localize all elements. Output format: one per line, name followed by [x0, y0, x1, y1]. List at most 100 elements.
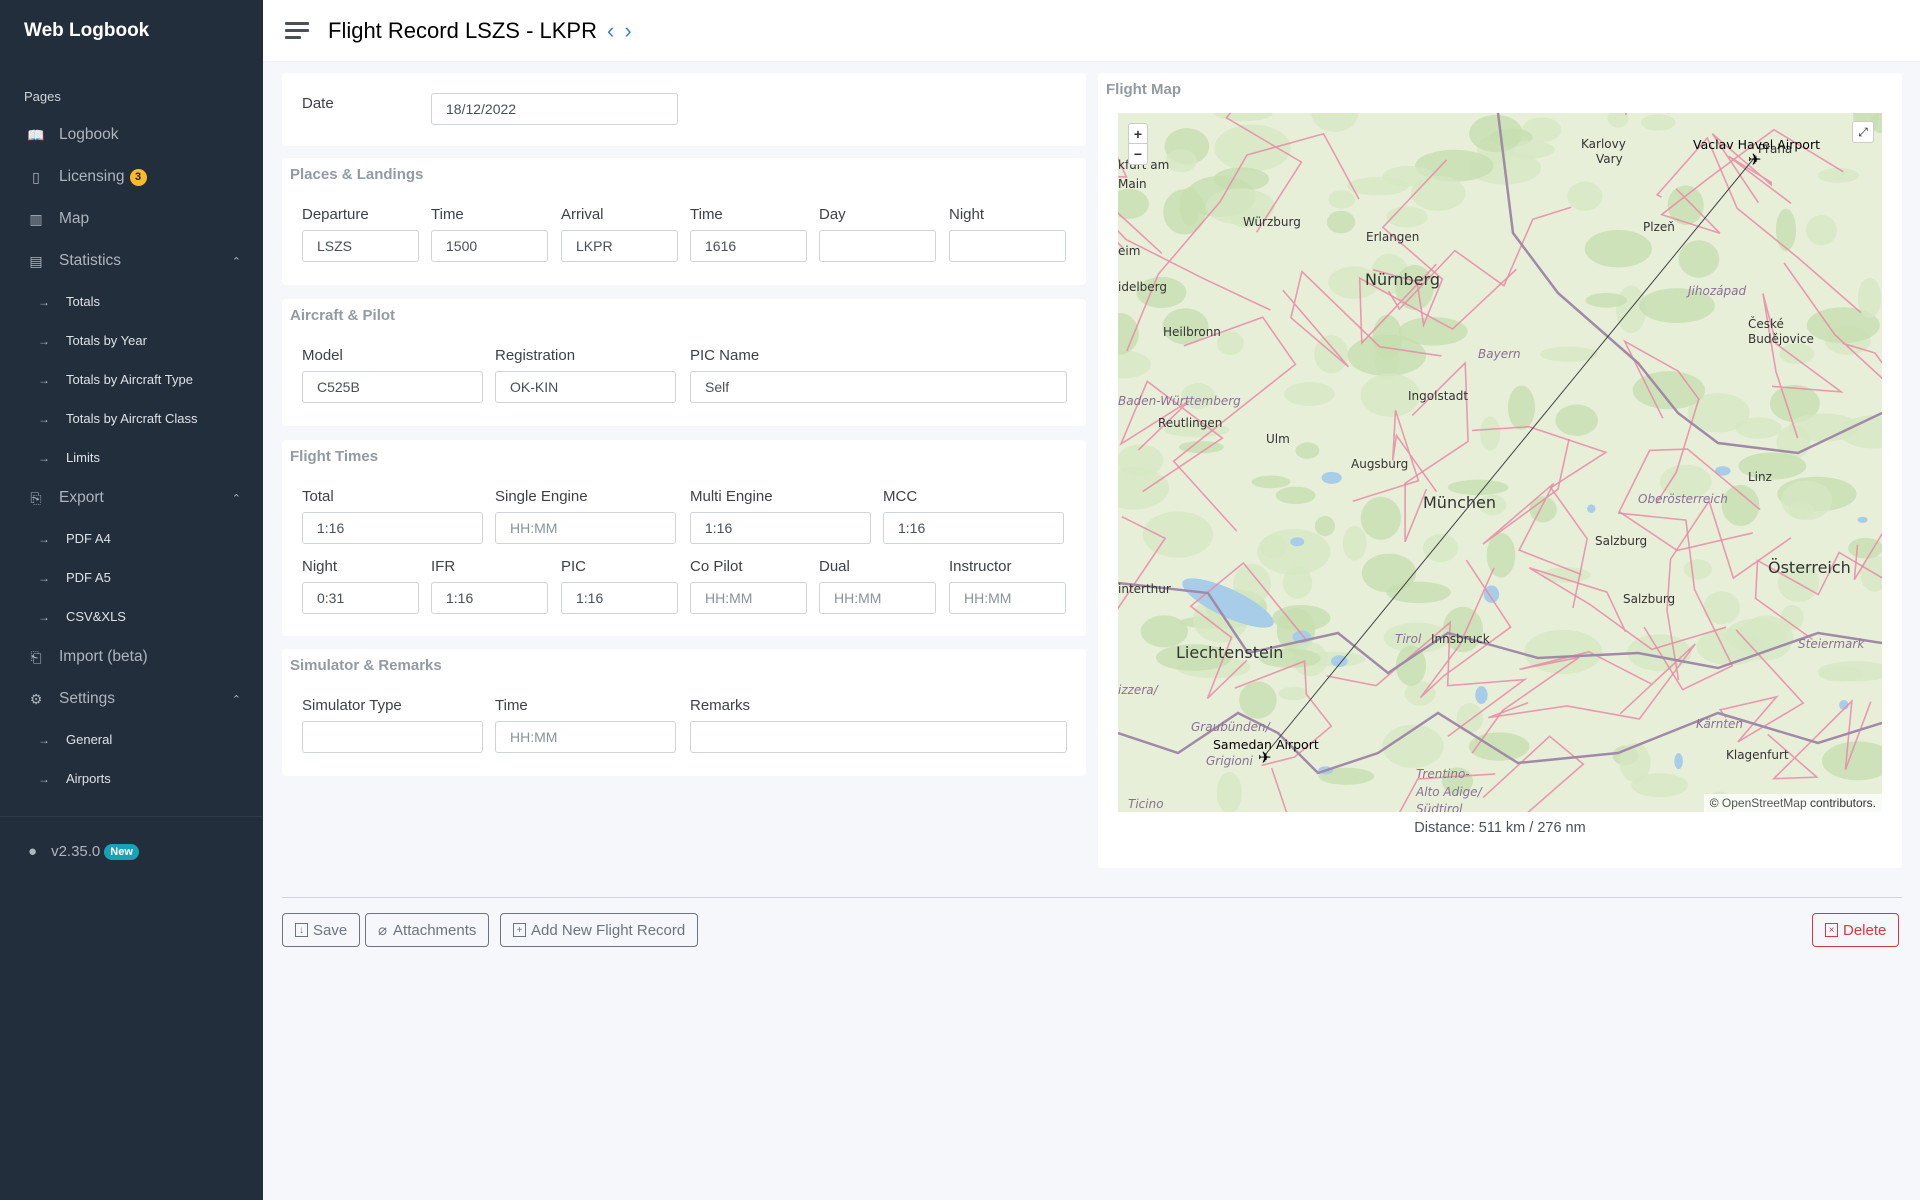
forest-area: [1480, 416, 1501, 451]
arrow-right-icon: →: [38, 333, 50, 348]
sidebar-item-licensing[interactable]: ▯ Licensing 3: [0, 156, 263, 198]
sidebar-item-export[interactable]: ⎘ Export ⌃: [0, 477, 263, 519]
forest-area: [1860, 555, 1882, 592]
sidebar-item-limits[interactable]: → Limits: [0, 438, 263, 477]
date-label: Date: [302, 95, 334, 112]
registration-input[interactable]: OK-KIN: [495, 371, 676, 403]
map-icon: ▥: [29, 210, 43, 227]
lake: [1857, 516, 1868, 523]
single-engine-input[interactable]: HH:MM: [495, 512, 676, 544]
mcc-input[interactable]: 1:16: [883, 512, 1064, 544]
gear-icon: ⚙: [29, 690, 43, 707]
lake: [1587, 504, 1596, 513]
book-icon: 📖: [27, 126, 45, 143]
card-title: Flight Map: [1106, 81, 1181, 98]
departure-airport-label: Samedan Airport: [1213, 737, 1319, 752]
pic-label: PIC: [561, 558, 587, 575]
add-new-flight-record-button[interactable]: + Add New Flight Record: [500, 913, 699, 947]
map-label: idelberg: [1118, 280, 1167, 294]
github-icon: ●: [28, 843, 38, 860]
forest-area: [1216, 771, 1242, 812]
arrow-right-icon: →: [38, 570, 50, 585]
forest-area: [1567, 181, 1603, 211]
map-label: Innsbruck: [1431, 632, 1490, 646]
total-input[interactable]: 1:16: [302, 512, 483, 544]
map-label: Südtirol: [1416, 802, 1463, 812]
time-input[interactable]: [431, 230, 548, 262]
map-label: Salzburg: [1595, 534, 1647, 548]
next-record-icon[interactable]: ›: [624, 18, 631, 44]
attribution-text: contributors.: [1809, 796, 1876, 810]
sidebar-item-totals-by-year[interactable]: → Totals by Year: [0, 321, 263, 360]
sidebar-item-settings[interactable]: ⚙ Settings ⌃: [0, 678, 263, 720]
sidebar-item-label: Airports: [66, 771, 111, 786]
forest-area: [1314, 516, 1336, 537]
remarks-input[interactable]: [690, 721, 1067, 753]
zoom-out-button[interactable]: −: [1129, 144, 1147, 164]
save-button[interactable]: ↓ Save: [282, 913, 361, 947]
pic-input[interactable]: 1:16: [561, 582, 678, 614]
sidebar-item-totals-by-aircraft-class[interactable]: → Totals by Aircraft Class: [0, 399, 263, 438]
sidebar-item-import-beta[interactable]: ⎗ Import (beta): [0, 636, 263, 678]
day-input[interactable]: [819, 230, 936, 262]
model-input[interactable]: C525B: [302, 371, 483, 403]
arrival-input[interactable]: [561, 230, 678, 262]
arrow-right-icon: →: [38, 372, 50, 387]
night-input[interactable]: 0:31: [302, 582, 419, 614]
flight-map[interactable]: kfurt am Main Würzburg Erlangen Nürnberg Karl…: [1118, 113, 1882, 812]
sidebar-item-pdf-a4[interactable]: → PDF A4: [0, 519, 263, 558]
single-engine-label: Single Engine: [495, 488, 588, 505]
night-input[interactable]: [949, 230, 1066, 262]
sidebar-item-label: Licensing: [59, 168, 125, 185]
distance-text: Distance: 511 km / 276 nm: [1414, 820, 1586, 836]
departure-input[interactable]: [302, 230, 419, 262]
forest-area: [1215, 113, 1273, 122]
sim-time-input[interactable]: HH:MM: [495, 721, 676, 753]
fullscreen-button[interactable]: ⤢: [1852, 121, 1874, 143]
map-label: Heilbronn: [1163, 325, 1221, 339]
forest-area: [1328, 190, 1356, 209]
map-label: Österreich: [1768, 558, 1851, 577]
zoom-in-button[interactable]: +: [1129, 124, 1147, 144]
total-label: Total: [302, 488, 334, 505]
forest-area: [1781, 480, 1833, 521]
co-pilot-input[interactable]: HH:MM: [690, 582, 807, 614]
arrow-right-icon: →: [38, 411, 50, 426]
sidebar-item-csv-xls[interactable]: → CSV&XLS: [0, 597, 263, 636]
forest-area: [1275, 486, 1316, 505]
map-label: Jihozápad: [1686, 284, 1746, 298]
forest-area: [1251, 475, 1291, 489]
sidebar-item-map[interactable]: ▥ Map: [0, 198, 263, 240]
pic-name-input[interactable]: Self: [690, 371, 1067, 403]
attachments-button[interactable]: ⌀ Attachments: [365, 913, 490, 947]
previous-record-icon[interactable]: ‹: [607, 18, 614, 44]
instructor-input[interactable]: HH:MM: [949, 582, 1066, 614]
model-value: C525B: [317, 379, 360, 395]
delete-icon: ×: [1825, 923, 1838, 937]
version-link[interactable]: ● v2.35.0 New: [28, 843, 139, 860]
forest-area: [1585, 292, 1628, 308]
openstreetmap-link[interactable]: OpenStreetMap: [1722, 796, 1807, 810]
time-input[interactable]: [690, 230, 807, 262]
dual-input[interactable]: HH:MM: [819, 582, 936, 614]
brand-logo[interactable]: Web Logbook: [24, 20, 149, 42]
map-label: Ulm: [1266, 432, 1290, 446]
sidebar-item-statistics[interactable]: ▤ Statistics ⌃: [0, 240, 263, 282]
chevron-up-icon: ⌃: [231, 255, 241, 268]
ifr-input[interactable]: 1:16: [431, 582, 548, 614]
multi-engine-input[interactable]: 1:16: [690, 512, 871, 544]
card-title: Simulator & Remarks: [290, 657, 442, 674]
sidebar-item-general[interactable]: → General: [0, 720, 263, 759]
card-title: Aircraft & Pilot: [290, 307, 396, 324]
date-input[interactable]: [431, 93, 678, 125]
menu-toggle-icon[interactable]: [285, 18, 309, 43]
delete-button[interactable]: × Delete: [1812, 913, 1900, 947]
sidebar-item-totals-by-aircraft-type[interactable]: → Totals by Aircraft Type: [0, 360, 263, 399]
sidebar-item-pdf-a5[interactable]: → PDF A5: [0, 558, 263, 597]
sidebar-item-airports[interactable]: → Airports: [0, 759, 263, 798]
sidebar-item-logbook[interactable]: 📖 Logbook: [0, 114, 263, 156]
simulator-type-input[interactable]: [302, 721, 483, 753]
sidebar-item-label: Import (beta): [59, 648, 148, 665]
multi-engine-value: 1:16: [705, 520, 733, 536]
sidebar-item-totals[interactable]: → Totals: [0, 282, 263, 321]
